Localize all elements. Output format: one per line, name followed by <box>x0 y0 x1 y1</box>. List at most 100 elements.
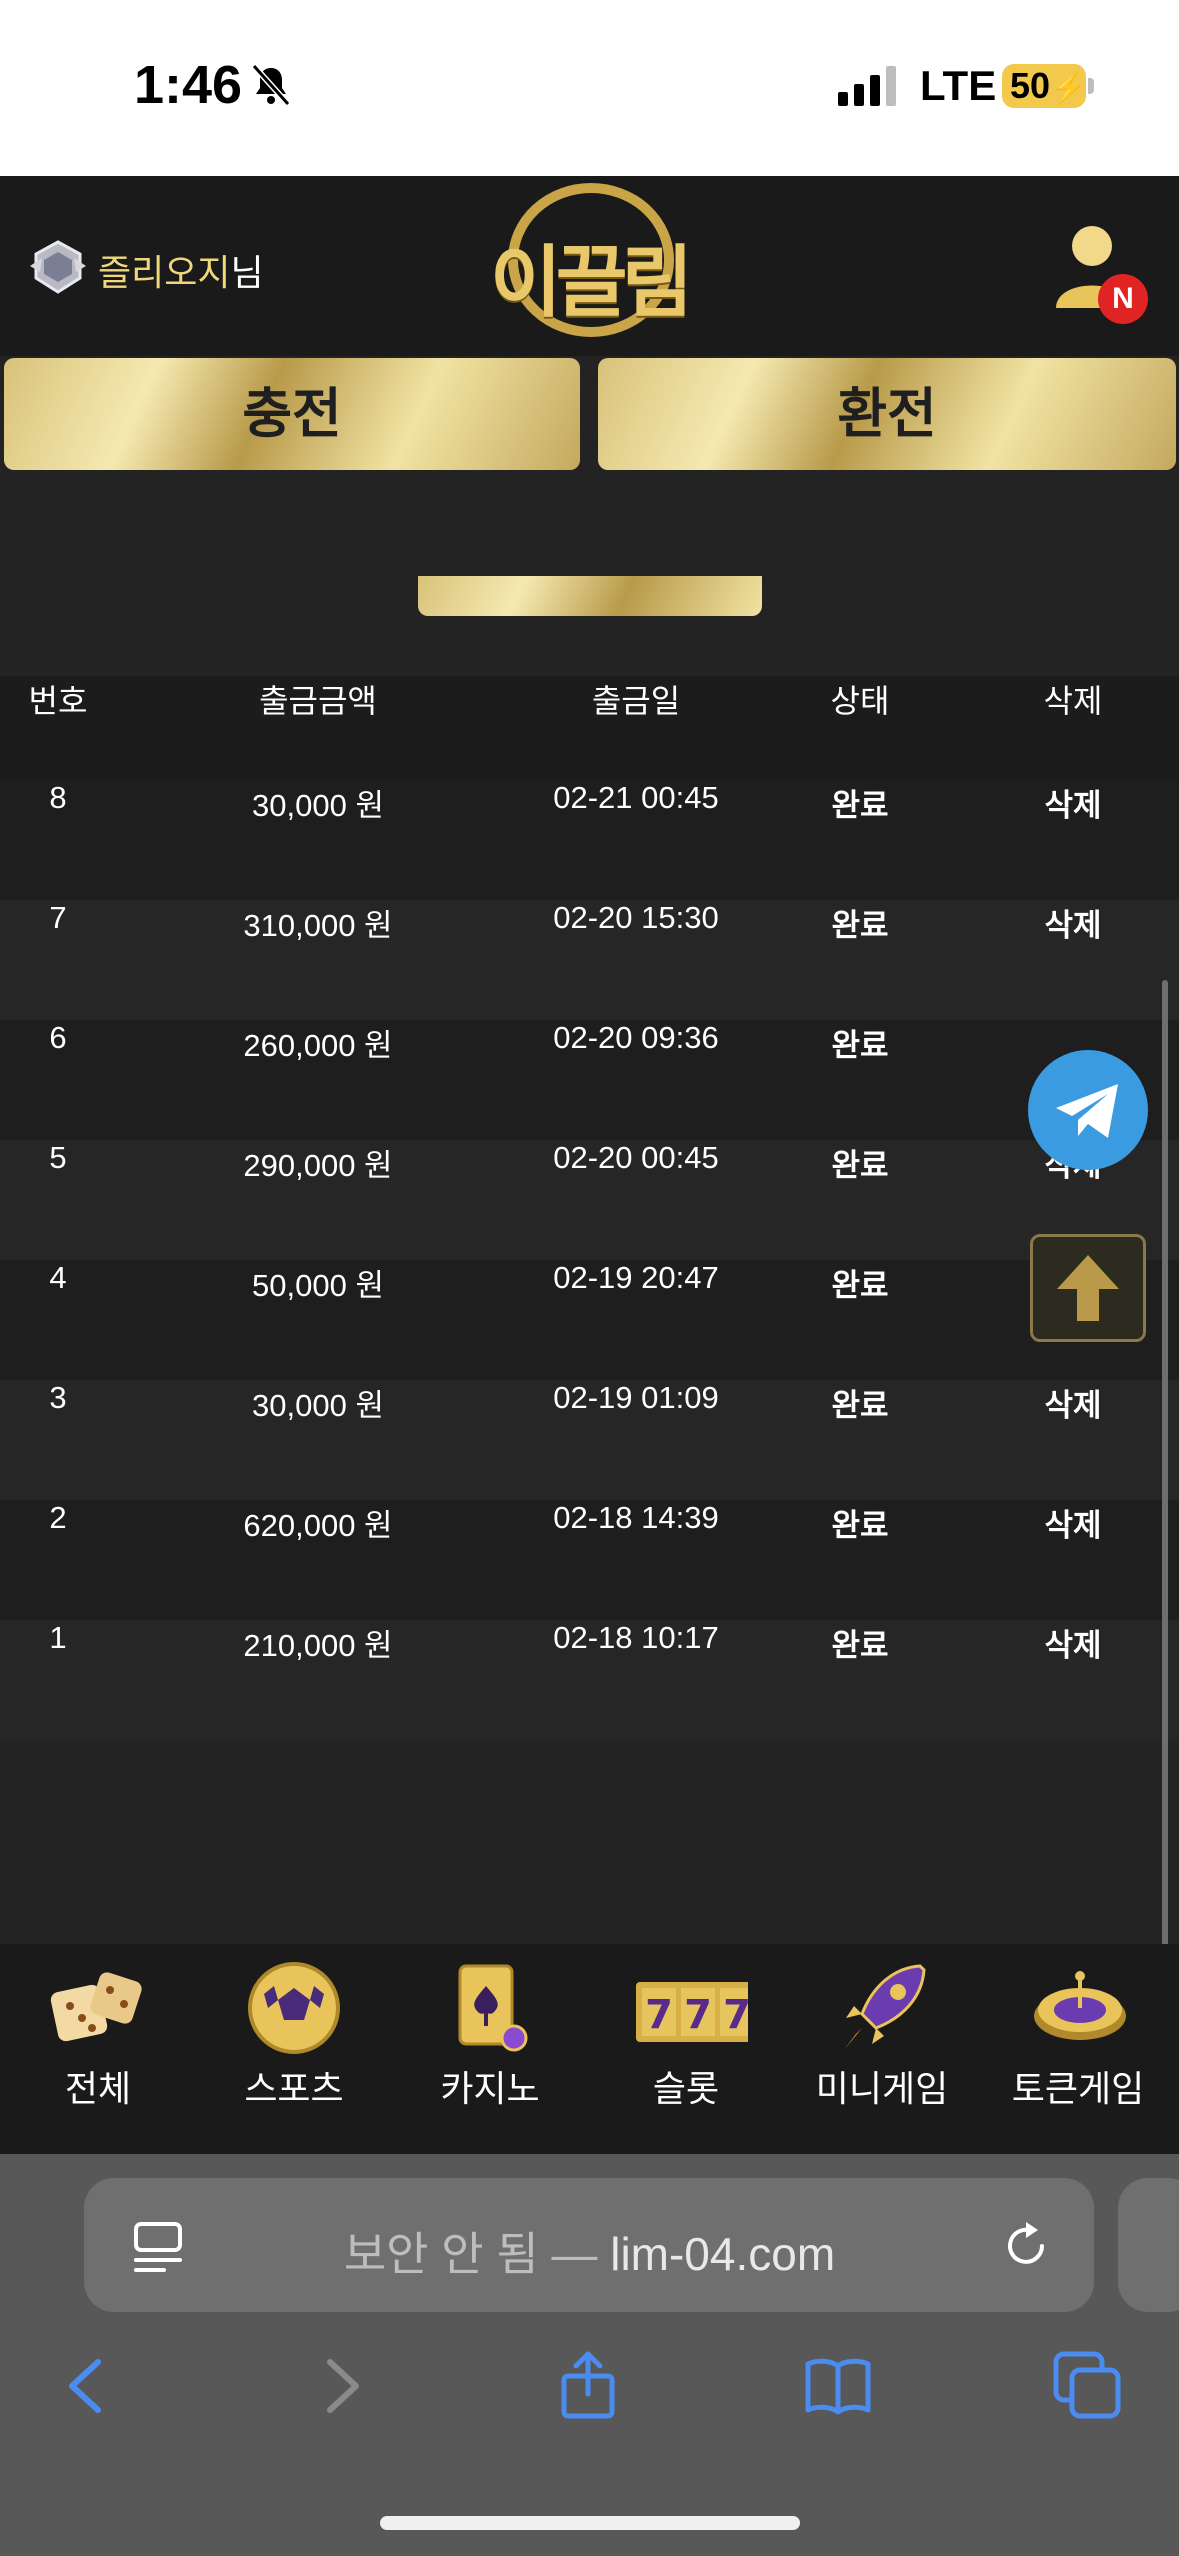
cell-amount: 210,000 원 <box>243 1628 393 1663</box>
nav-item-minigame[interactable]: 미니게임 <box>784 1950 980 2150</box>
svg-text:7: 7 <box>723 1992 748 2038</box>
cell-status: 완료 <box>831 908 889 944</box>
cell-amount: 30,000 원 <box>252 1388 384 1423</box>
status-time: 1:46 <box>134 55 243 115</box>
network-type: LTE <box>920 62 997 109</box>
cell-date: 02-18 14:39 <box>553 1500 719 1535</box>
table-row: 8 30,000 원 02-21 00:45 완료 삭제 <box>0 780 1179 900</box>
slot-777-icon: 7 7 7 <box>636 1982 748 2042</box>
cell-number: 1 <box>49 1620 67 1655</box>
cell-date: 02-18 10:17 <box>553 1620 719 1655</box>
delete-button[interactable]: 삭제 <box>990 780 1156 900</box>
battery-indicator: 50⚡ <box>1002 64 1088 108</box>
table-row: 7 310,000 원 02-20 15:30 완료 삭제 <box>0 900 1179 1020</box>
telegram-icon <box>1056 1084 1118 1138</box>
table-row: 1 210,000 원 02-18 10:17 완료 삭제 <box>0 1620 1179 1740</box>
reload-icon[interactable] <box>996 2216 1056 2276</box>
nav-label: 전체 <box>64 2069 132 2110</box>
table-row: 3 30,000 원 02-19 01:09 완료 삭제 <box>0 1380 1179 1500</box>
app-logo[interactable]: 이끌림 <box>490 220 693 332</box>
roulette-icon <box>1034 1971 1126 2040</box>
delete-button[interactable]: 삭제 <box>990 1380 1156 1500</box>
insecure-label: 보안 안 됨 — <box>343 2228 598 2280</box>
domain-text: lim-04.com <box>610 2228 836 2280</box>
username-suffix: 님 <box>230 253 264 294</box>
nav-label: 토큰게임 <box>1011 2069 1145 2110</box>
user-rank-badge-icon <box>30 240 86 294</box>
cell-amount: 290,000 원 <box>243 1148 393 1183</box>
delete-button[interactable]: 삭제 <box>990 1620 1156 1740</box>
withdraw-button[interactable]: 환전 <box>598 358 1176 470</box>
tabs-overview-icon[interactable] <box>1052 2350 1124 2422</box>
cell-date: 02-19 01:09 <box>553 1380 719 1415</box>
cell-amount: 260,000 원 <box>243 1028 393 1063</box>
header-date: 출금일 <box>591 682 681 720</box>
svg-text:7: 7 <box>645 1992 673 2038</box>
cell-amount: 310,000 원 <box>243 908 393 943</box>
cell-number: 6 <box>49 1020 67 1055</box>
username[interactable]: 즐리오지님 <box>98 244 264 296</box>
cell-status: 완료 <box>831 1508 889 1544</box>
page: 1:46 LTE 50⚡ 즐리오지님 이끌림 N 충전 환전 번호 출금금액 출… <box>0 0 1179 2556</box>
battery-level: 50 <box>1010 65 1051 106</box>
rocket-icon <box>844 1964 926 2050</box>
cell-number: 2 <box>49 1500 67 1535</box>
nav-item-sports[interactable]: 스포츠 <box>196 1950 392 2150</box>
cell-amount: 50,000 원 <box>252 1268 384 1303</box>
cell-status: 완료 <box>831 1628 889 1664</box>
cell-number: 5 <box>49 1140 67 1175</box>
delete-button[interactable]: 삭제 <box>990 900 1156 1020</box>
home-indicator[interactable] <box>380 2516 800 2530</box>
deposit-button[interactable]: 충전 <box>4 358 580 470</box>
nav-label: 카지노 <box>440 2069 540 2110</box>
arrow-up-icon <box>1057 1255 1119 1321</box>
header-delete: 삭제 <box>1043 682 1103 720</box>
header-number: 번호 <box>28 682 88 720</box>
table-row: 6 260,000 원 02-20 09:36 완료 <box>0 1020 1179 1140</box>
cell-date: 02-20 15:30 <box>553 900 719 935</box>
dice-icon <box>50 1972 142 2042</box>
cell-number: 4 <box>49 1260 67 1295</box>
table-row: 4 50,000 원 02-19 20:47 완료 <box>0 1260 1179 1380</box>
table-header: 번호 출금금액 출금일 상태 삭제 <box>0 676 1179 780</box>
cell-date: 02-20 00:45 <box>553 1140 719 1175</box>
back-icon[interactable] <box>52 2350 124 2422</box>
delete-button[interactable]: 삭제 <box>990 1500 1156 1620</box>
nav-item-slot[interactable]: 7 7 7 슬롯 <box>588 1950 784 2150</box>
cell-date: 02-19 20:47 <box>553 1260 719 1295</box>
share-icon[interactable] <box>552 2350 624 2422</box>
soccer-ball-icon <box>248 1962 340 2054</box>
header-status: 상태 <box>830 682 890 720</box>
charging-bolt-icon: ⚡ <box>1050 72 1088 105</box>
svg-text:7: 7 <box>684 1992 712 2038</box>
nav-item-casino[interactable]: 카지노 <box>392 1950 588 2150</box>
cell-status: 완료 <box>831 1388 889 1424</box>
status-bar: 1:46 LTE 50⚡ <box>0 0 1179 176</box>
nav-label: 스포츠 <box>244 2069 344 2110</box>
table-row: 2 620,000 원 02-18 14:39 완료 삭제 <box>0 1500 1179 1620</box>
cell-status: 완료 <box>831 1028 889 1064</box>
header-amount: 출금금액 <box>259 682 377 720</box>
nav-label: 미니게임 <box>815 2069 949 2110</box>
cell-status: 완료 <box>831 1148 889 1184</box>
bookmarks-icon[interactable] <box>802 2350 874 2422</box>
cell-date: 02-21 00:45 <box>553 780 719 815</box>
cell-number: 3 <box>49 1380 67 1415</box>
cell-date: 02-20 09:36 <box>553 1020 719 1055</box>
notification-badge: N <box>1098 274 1148 324</box>
cell-number: 7 <box>49 900 67 935</box>
bell-muted-icon <box>251 63 291 107</box>
nav-item-token-game[interactable]: 토큰게임 <box>980 1950 1176 2150</box>
cell-status: 완료 <box>831 788 889 824</box>
telegram-button[interactable] <box>1028 1050 1148 1170</box>
cell-number: 8 <box>49 780 67 815</box>
cell-amount: 620,000 원 <box>243 1508 393 1543</box>
scroll-to-top-button[interactable] <box>1030 1234 1146 1342</box>
username-text: 즐리오지 <box>98 253 231 294</box>
partially-hidden-button[interactable] <box>418 576 762 616</box>
nav-item-all[interactable]: 전체 <box>0 1950 196 2150</box>
forward-icon[interactable] <box>304 2350 376 2422</box>
playing-cards-icon <box>458 1964 528 2052</box>
cellular-signal-icon <box>838 66 896 106</box>
battery-cap <box>1088 78 1094 94</box>
